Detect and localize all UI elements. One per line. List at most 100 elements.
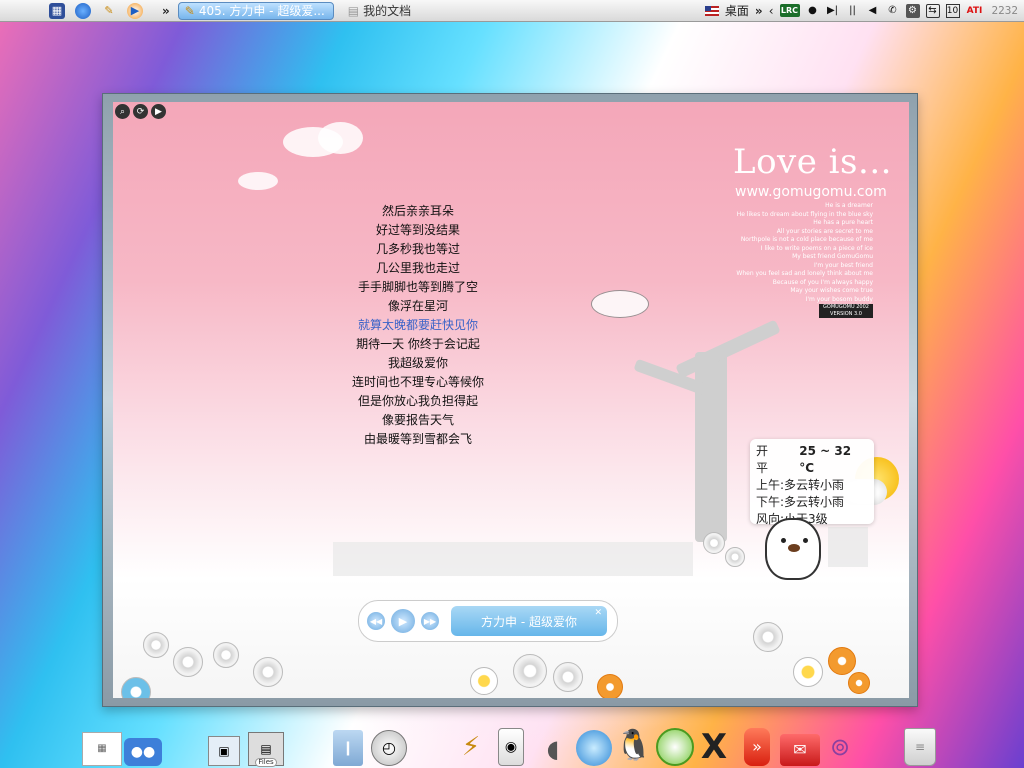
flower-decoration bbox=[143, 632, 169, 658]
globe-icon[interactable] bbox=[576, 730, 612, 766]
phone-icon[interactable]: ✆ bbox=[886, 4, 900, 18]
trash-icon[interactable]: ≡ bbox=[904, 728, 936, 766]
qq-penguin-icon[interactable]: 🐧 bbox=[614, 726, 654, 766]
poem-line: I'm your best friend bbox=[813, 261, 873, 269]
poem-line: He is a dreamer bbox=[825, 202, 873, 209]
lyric-line: 几多秒我也等过 bbox=[375, 242, 460, 256]
display-prefs-icon[interactable]: ▣ bbox=[208, 736, 240, 766]
weather-header: 开平 25 ~ 32 °C bbox=[756, 443, 868, 477]
bear-mascot bbox=[765, 518, 821, 580]
next-button[interactable]: ▶▶ bbox=[421, 612, 439, 630]
poem-line: May your wishes come true bbox=[790, 287, 873, 294]
next-track-icon[interactable]: ▶| bbox=[826, 4, 840, 18]
corner-controls: ⌕ ⟳ ▶ bbox=[115, 104, 166, 119]
play-button[interactable]: ▶ bbox=[391, 609, 415, 633]
skin-version-badge: GOMUGOMU 2002 VERSION 3.0 bbox=[819, 304, 873, 318]
menubar: ▦ ✎ ▶ » ✎ 405. 方力申 - 超级爱... ▤ 我的文档 桌面 » … bbox=[0, 0, 1024, 22]
flower-decoration bbox=[828, 647, 856, 675]
messenger-icon[interactable] bbox=[656, 728, 694, 766]
folder-icon: ▤ bbox=[347, 3, 360, 18]
mail-icon[interactable]: ✉ bbox=[780, 734, 820, 766]
lyric-line: 好过等到没结果 bbox=[375, 223, 460, 237]
tree-branch-decoration bbox=[675, 319, 781, 379]
skin-title: Love is... bbox=[733, 142, 892, 182]
task-my-documents-label: 我的文档 bbox=[363, 4, 412, 18]
task-my-documents[interactable]: ▤ 我的文档 bbox=[342, 2, 417, 20]
lyric-line-current: 就算太晚都要赶快见你 bbox=[357, 318, 478, 332]
flower-decoration bbox=[253, 657, 283, 687]
desktop-icon[interactable]: ▦ bbox=[49, 2, 65, 19]
network-icon[interactable]: ⇆ bbox=[925, 3, 940, 18]
poem-line: All your stories are secret to me bbox=[776, 227, 873, 235]
cloud-decoration bbox=[591, 290, 649, 318]
lyrics-player-window: ⌕ ⟳ ▶ 然后亲亲耳朵 好过等到没结果 几多秒我也等过 几公里我也走过 手手脚… bbox=[102, 93, 918, 707]
bench-decoration bbox=[828, 527, 868, 567]
bear-nose bbox=[788, 544, 800, 552]
playback-controls: ◀◀ ▶ ▶▶ 方力申 - 超级爱你 ✕ bbox=[358, 600, 618, 642]
flower-decoration bbox=[553, 662, 583, 692]
flower-decoration bbox=[793, 657, 823, 687]
pause-icon[interactable]: || bbox=[846, 4, 860, 18]
lyric-line: 然后亲亲耳朵 bbox=[381, 204, 454, 218]
winamp-dock-icon[interactable]: ⚡ bbox=[452, 728, 490, 766]
mouse-icon[interactable]: ◖ bbox=[533, 732, 573, 766]
previous-button[interactable]: ◀◀ bbox=[367, 612, 385, 630]
flower-decoration bbox=[173, 647, 203, 677]
clock[interactable]: 2232 bbox=[992, 4, 1019, 17]
bear-eye bbox=[781, 538, 786, 543]
poem-line: I like to write poems on a piece of ice bbox=[760, 244, 873, 252]
skin-poem: He is a dreamer He likes to dream about … bbox=[703, 202, 873, 304]
tools-icon[interactable]: ✎ bbox=[101, 3, 117, 19]
preview-icon[interactable]: ❙ bbox=[333, 730, 363, 766]
download-icon[interactable]: » bbox=[744, 728, 770, 766]
refresh-icon[interactable]: ⟳ bbox=[133, 104, 148, 119]
user-icon[interactable]: ● bbox=[806, 4, 820, 18]
language-flag-icon[interactable] bbox=[704, 5, 719, 16]
desktop-menu-label[interactable]: 桌面 bbox=[725, 2, 749, 19]
weather-morning: 上午:多云转小雨 bbox=[756, 478, 845, 492]
flower-decoration bbox=[848, 672, 870, 694]
files-label: Files bbox=[255, 758, 277, 767]
weather-widget[interactable]: 开平 25 ~ 32 °C 上午:多云转小雨 下午:多云转小雨 风向:小于3级 bbox=[750, 439, 874, 526]
now-playing-title: 方力申 - 超级爱你 bbox=[481, 614, 577, 629]
tray-collapse-icon[interactable]: ‹ bbox=[769, 4, 774, 18]
weather-temp: 25 ~ 32 °C bbox=[799, 444, 852, 475]
flower-decoration bbox=[597, 674, 623, 698]
podcast-icon[interactable]: ⊚ bbox=[826, 728, 854, 766]
volume-icon[interactable]: ◀ bbox=[866, 4, 880, 18]
lrc-icon[interactable]: LRC bbox=[779, 4, 800, 17]
x11-icon[interactable]: X bbox=[696, 728, 732, 766]
lyric-line: 我超级爱你 bbox=[387, 356, 448, 370]
calendar-icon[interactable]: 10 bbox=[945, 3, 960, 18]
browser-icon[interactable] bbox=[75, 2, 91, 19]
flower-decoration bbox=[513, 654, 547, 688]
apple-menu-icon[interactable] bbox=[20, 4, 34, 18]
close-icon[interactable]: ✕ bbox=[594, 608, 602, 618]
search-icon[interactable]: ⌕ bbox=[115, 104, 130, 119]
flower-decoration bbox=[753, 622, 783, 652]
player-skin: ⌕ ⟳ ▶ 然后亲亲耳朵 好过等到没结果 几多秒我也等过 几公里我也走过 手手脚… bbox=[113, 102, 909, 698]
flower-decoration bbox=[703, 532, 725, 554]
badge-line: VERSION 3.0 bbox=[830, 311, 862, 317]
now-playing-display[interactable]: 方力申 - 超级爱你 ✕ bbox=[451, 606, 607, 636]
calendar-widget-icon[interactable]: ▦ bbox=[82, 732, 122, 766]
quicklaunch-more-icon[interactable]: » bbox=[162, 4, 170, 18]
play-icon[interactable]: ▶ bbox=[151, 104, 166, 119]
ipod-icon[interactable]: ◉ bbox=[498, 728, 524, 766]
finder-icon[interactable]: ●● bbox=[124, 738, 162, 766]
poem-line: He has a pure heart bbox=[813, 219, 873, 226]
ati-icon[interactable]: ATI bbox=[966, 4, 984, 18]
winamp-icon: ✎ bbox=[184, 3, 195, 18]
tray-more-icon[interactable]: » bbox=[755, 4, 763, 18]
flower-decoration bbox=[470, 667, 498, 695]
flower-decoration bbox=[121, 677, 151, 698]
lyric-line: 几公里我也走过 bbox=[375, 261, 460, 275]
files-icon[interactable]: ▤ Files bbox=[248, 732, 284, 767]
hardware-icon[interactable]: ⚙ bbox=[905, 3, 920, 18]
lyric-line: 由最暖等到雪都会飞 bbox=[363, 432, 472, 446]
weather-city: 开平 bbox=[756, 444, 769, 475]
task-now-playing[interactable]: ✎ 405. 方力申 - 超级爱... bbox=[177, 1, 334, 20]
clock-icon[interactable]: ◴ bbox=[371, 730, 407, 766]
media-player-icon[interactable]: ▶ bbox=[127, 2, 143, 19]
skin-url: www.gomugomu.com bbox=[735, 184, 887, 200]
